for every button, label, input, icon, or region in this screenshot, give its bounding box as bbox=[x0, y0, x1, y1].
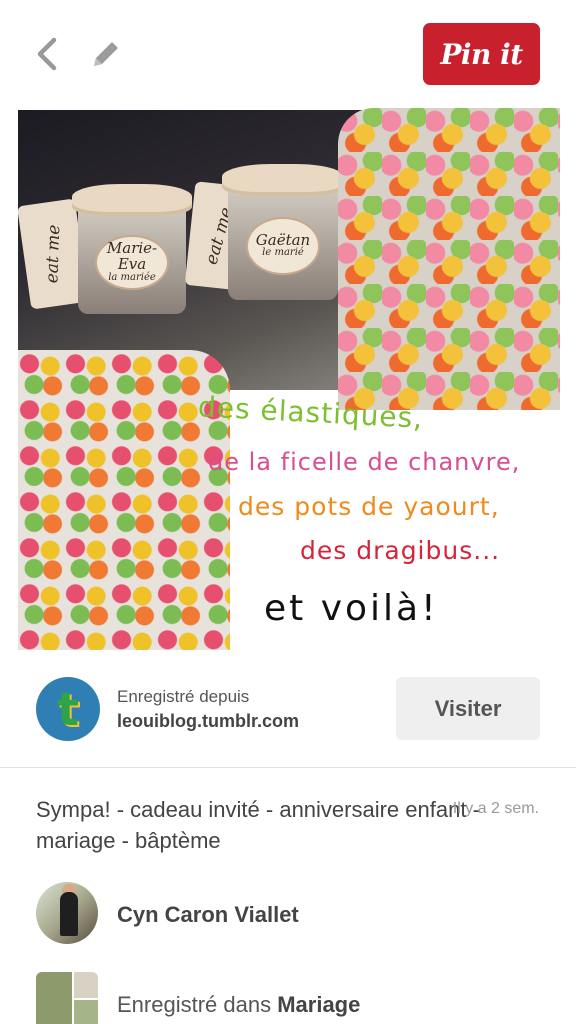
jar-label-groom: Gaëtan le marié bbox=[245, 216, 321, 275]
pin-it-button[interactable]: Pin it bbox=[423, 23, 540, 85]
source-domain-link[interactable]: leouiblog.tumblr.com bbox=[117, 711, 299, 732]
source-avatar[interactable]: t bbox=[36, 677, 100, 741]
tumblr-logo: t bbox=[57, 682, 79, 736]
jar-groom: Gaëtan le marié bbox=[222, 164, 344, 300]
jar-label-bride: Marie-Eva la mariée bbox=[95, 234, 169, 290]
pinner-row[interactable]: Cyn Caron Viallet bbox=[0, 880, 576, 950]
edit-button[interactable] bbox=[88, 36, 124, 72]
caption-line-2: de la ficelle de chanvre, bbox=[208, 448, 521, 476]
jars-photo: eat me Marie-Eva la mariée eat me Gaëtan… bbox=[18, 110, 388, 390]
pencil-icon bbox=[94, 42, 118, 66]
candy-cups-photo-right bbox=[338, 108, 560, 410]
visit-button[interactable]: Visiter bbox=[396, 677, 540, 740]
source-row: t Enregistré depuis leouiblog.tumblr.com… bbox=[0, 652, 576, 768]
jar-bride: Marie-Eva la mariée bbox=[72, 184, 192, 314]
pinner-avatar[interactable] bbox=[36, 882, 98, 944]
pinner-name[interactable]: Cyn Caron Viallet bbox=[117, 902, 299, 928]
caption-line-3: des pots de yaourt, bbox=[238, 492, 500, 521]
pin-timestamp: Il y a 2 sem. bbox=[452, 800, 539, 817]
pin-it-label: Pin it bbox=[440, 37, 523, 71]
saved-from-label: Enregistré depuis bbox=[117, 687, 250, 706]
board-name[interactable]: Mariage bbox=[277, 992, 360, 1017]
caption-line-4: des dragibus... bbox=[300, 536, 501, 565]
back-button[interactable] bbox=[30, 34, 64, 74]
board-thumbnail[interactable] bbox=[36, 972, 98, 1024]
chevron-left-icon bbox=[37, 37, 57, 71]
board-label: Enregistré dans Mariage bbox=[117, 992, 360, 1018]
pin-image[interactable]: eat me Marie-Eva la mariée eat me Gaëtan… bbox=[0, 100, 576, 652]
board-prefix: Enregistré dans bbox=[117, 992, 278, 1017]
board-row[interactable]: Enregistré dans Mariage bbox=[0, 966, 576, 1024]
top-bar: Pin it bbox=[0, 0, 576, 100]
caption-line-5: et voilà! bbox=[264, 588, 439, 629]
